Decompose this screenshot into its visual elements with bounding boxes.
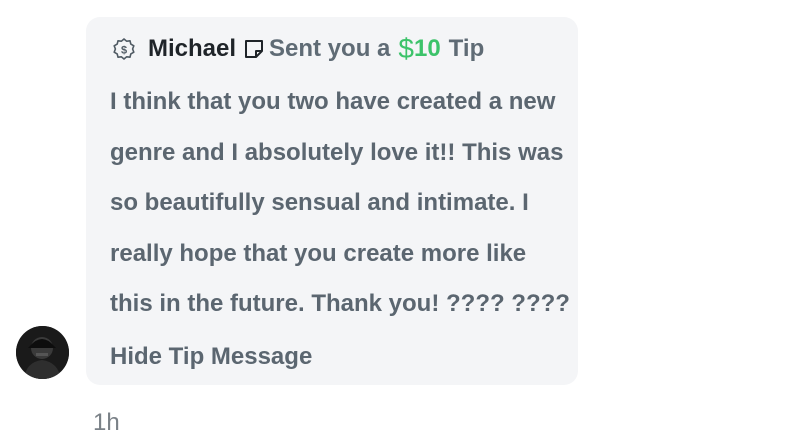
message-line: this in the future. Thank you! ???? ???? xyxy=(110,290,570,317)
avatar[interactable] xyxy=(16,326,69,379)
tip-label: Sent you a xyxy=(269,35,391,62)
message-line: really hope that you create more like xyxy=(110,239,527,267)
message-line: genre and I absolutely love it!! This wa… xyxy=(110,138,564,166)
tip-currency: $ xyxy=(398,33,414,64)
hide-tip-message-link[interactable]: Hide Tip Message xyxy=(110,338,312,376)
tip-header: $ Michael Sent you a $ 10 Tip xyxy=(111,30,484,68)
message-line: I think that you two have created a new xyxy=(110,88,556,115)
svg-text:$: $ xyxy=(121,45,127,57)
sender-name[interactable]: Michael xyxy=(148,35,236,63)
tip-message-text: I think that you two have created a new … xyxy=(110,77,570,330)
dollar-badge-icon: $ xyxy=(111,36,137,62)
note-icon[interactable] xyxy=(243,38,265,60)
tip-suffix: Tip xyxy=(448,35,485,62)
message-line: so beautifully sensual and intimate. I xyxy=(110,189,529,216)
avatar-image xyxy=(16,326,69,379)
tip-amount: 10 xyxy=(413,35,441,62)
